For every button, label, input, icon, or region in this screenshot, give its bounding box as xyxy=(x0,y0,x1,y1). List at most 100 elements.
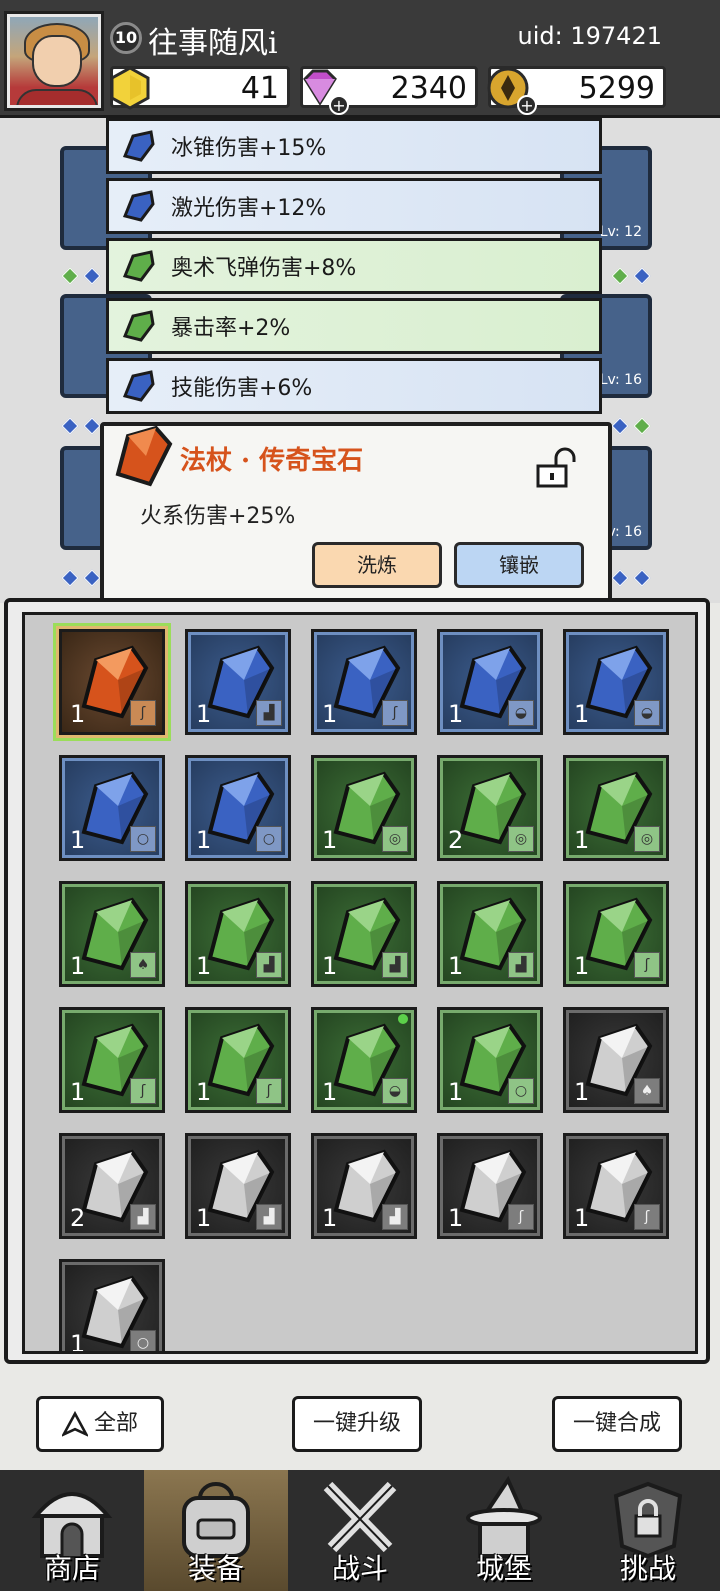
inventory-gem-cell[interactable]: 1 ▟ xyxy=(185,629,291,735)
gem-count: 1 xyxy=(196,1204,212,1232)
inventory-gem-cell[interactable]: 1 ▟ xyxy=(437,881,543,987)
hat-icon: ◒ xyxy=(634,700,660,726)
gem-count: 1 xyxy=(448,700,464,728)
nav-equipment[interactable]: 装备 xyxy=(144,1470,288,1591)
add-coin-button[interactable]: + xyxy=(517,95,537,115)
gem-count: 1 xyxy=(574,826,590,854)
gem-effect: 火系伤害+25% xyxy=(140,504,296,529)
necklace-icon: ○ xyxy=(130,1330,156,1351)
gem-count: 1 xyxy=(322,700,338,728)
filter-all-button[interactable]: 全部 xyxy=(36,1396,164,1452)
inventory-gem-cell[interactable]: 1 ▟ xyxy=(311,881,417,987)
gem-title: 法杖 · 传奇宝石 xyxy=(180,446,364,476)
nav-challenge-label: 挑战 xyxy=(619,1552,676,1585)
boots-icon: ▟ xyxy=(256,1204,282,1230)
inventory-gem-cell[interactable]: 1ʃ xyxy=(311,629,417,735)
inventory-gem-cell[interactable]: 1 ▟ xyxy=(311,1133,417,1239)
inventory-panel: 1 ʃ 1 ▟ 1 ʃ 1 ◒ 1 ◒ 1 ○ 1 ○ 1 ◎ 2 ◎ 1 ◎ 1 ♠ 1 ▟ 1 ▟ 1 ▟ 1 ʃ 1 ʃ 1 ʃ 1 ◒ 1 ○ 1 ♠… xyxy=(4,598,710,1364)
affix-text: 奥术飞弹伤害+8% xyxy=(171,256,357,281)
blue-gem-icon xyxy=(122,370,155,402)
affix-row: 技能伤害+6% xyxy=(106,358,602,414)
gem-count: 1 xyxy=(70,952,86,980)
gem-count: 1 xyxy=(574,700,590,728)
affix-row: 暴击率+2% xyxy=(106,298,602,354)
gem-count: 1 xyxy=(196,700,212,728)
armor-icon: ♠ xyxy=(634,1078,660,1104)
upgrade-all-button[interactable]: 一键升级 xyxy=(292,1396,422,1452)
affix-text: 技能伤害+6% xyxy=(171,376,313,401)
gem-count: 1 xyxy=(574,1078,590,1106)
inventory-gem-cell[interactable]: 1 ◒ xyxy=(563,629,669,735)
inventory-gem-cell[interactable]: 1ʃ xyxy=(437,1133,543,1239)
inventory-gem-cell[interactable]: 1 ◒ xyxy=(311,1007,417,1113)
inventory-gem-cell[interactable]: 1 ▟ xyxy=(185,881,291,987)
inventory-gem-cell[interactable]: 1 ○ xyxy=(185,755,291,861)
gem-count: 1 xyxy=(322,1078,338,1106)
inventory-gem-cell[interactable]: 1 ♠ xyxy=(563,1007,669,1113)
nav-castle[interactable]: 城堡 xyxy=(432,1470,576,1591)
socket-diamond-icon xyxy=(61,417,79,435)
merge-all-button[interactable]: 一键合成 xyxy=(552,1396,682,1452)
inventory-gem-cell[interactable]: 1ʃ xyxy=(563,881,669,987)
inventory-gem-cell[interactable]: 1 ○ xyxy=(59,755,165,861)
hat-icon: ◒ xyxy=(508,700,534,726)
nav-challenge[interactable]: 挑战 xyxy=(576,1470,720,1591)
gem-count: 1 xyxy=(70,700,86,728)
affix-row: 奥术飞弹伤害+8% xyxy=(106,238,602,294)
bottom-nav: 商店 装备 战斗 城堡 挑战 xyxy=(0,1470,720,1591)
staff-icon: ʃ xyxy=(130,700,156,726)
gem-count: 1 xyxy=(322,1204,338,1232)
unlock-icon[interactable] xyxy=(534,446,576,490)
inventory-gem-cell[interactable]: 1ʃ xyxy=(185,1007,291,1113)
inventory-gem-cell[interactable]: 1ʃ xyxy=(53,623,171,741)
socket-diamond-icon xyxy=(633,569,651,587)
green-gem-icon xyxy=(122,310,155,342)
gem-count: 1 xyxy=(322,826,338,854)
nav-battle[interactable]: 战斗 xyxy=(288,1470,432,1591)
nav-shop-label: 商店 xyxy=(43,1552,100,1585)
inventory-gem-cell[interactable]: 1ʃ xyxy=(59,1007,165,1113)
staff-icon: ʃ xyxy=(634,952,660,978)
socket-diamond-icon xyxy=(611,417,629,435)
equip-level: Lv: 12 xyxy=(599,224,642,240)
inventory-grid[interactable]: 1 ʃ 1 ▟ 1 ʃ 1 ◒ 1 ◒ 1 ○ 1 ○ 1 ◎ 2 ◎ 1 ◎ 1 ♠ 1 ▟ 1 ▟ 1 ▟ 1 ʃ 1 ʃ 1 ʃ 1 ◒ 1 ○ 1 ♠… xyxy=(22,612,698,1354)
inventory-gem-cell[interactable]: 2 ◎ xyxy=(437,755,543,861)
add-diamond-button[interactable]: + xyxy=(329,95,349,115)
new-indicator-dot xyxy=(398,1014,408,1024)
gem-detail-popup: 法杖 · 传奇宝石 火系伤害+25% 洗炼 镶嵌 xyxy=(100,422,612,606)
affix-row: 激光伤害+12% xyxy=(106,178,602,234)
wash-button[interactable]: 洗炼 xyxy=(312,542,442,588)
equip-level: Lv: 16 xyxy=(599,372,642,388)
socket-diamond-icon xyxy=(61,267,79,285)
gem-count: 1 xyxy=(70,1330,86,1354)
player-uid: uid: 197421 xyxy=(517,22,662,50)
nav-shop[interactable]: 商店 xyxy=(0,1470,144,1591)
player-avatar[interactable] xyxy=(4,11,104,111)
socket-diamond-icon xyxy=(611,267,629,285)
player-name: 往事随风i xyxy=(148,26,278,61)
inventory-gem-cell[interactable]: 1 ▟ xyxy=(185,1133,291,1239)
green-gem-icon xyxy=(122,250,155,282)
ring-icon: ◎ xyxy=(508,826,534,852)
inventory-gem-cell[interactable]: 2 ▟ xyxy=(59,1133,165,1239)
inventory-gem-cell[interactable]: 1 ◒ xyxy=(437,629,543,735)
inventory-gem-cell[interactable]: 1 ◎ xyxy=(563,755,669,861)
socket-diamond-icon xyxy=(633,417,651,435)
gem-count: 1 xyxy=(196,952,212,980)
armor-icon: ♠ xyxy=(130,952,156,978)
gem-count: 1 xyxy=(448,1078,464,1106)
socket-diamond-icon xyxy=(61,569,79,587)
diamond-resource: + 2340 xyxy=(300,66,478,115)
boots-icon: ▟ xyxy=(130,1204,156,1230)
inventory-gem-cell[interactable]: 1 ♠ xyxy=(59,881,165,987)
necklace-icon: ○ xyxy=(256,826,282,852)
inlay-button[interactable]: 镶嵌 xyxy=(454,542,584,588)
gem-count: 1 xyxy=(574,952,590,980)
nav-castle-label: 城堡 xyxy=(475,1552,532,1585)
inventory-gem-cell[interactable]: 1 ◎ xyxy=(311,755,417,861)
gold-gem-icon xyxy=(110,66,150,110)
inventory-gem-cell[interactable]: 1 ○ xyxy=(437,1007,543,1113)
inventory-gem-cell[interactable]: 1 ○ xyxy=(59,1259,165,1354)
inventory-gem-cell[interactable]: 1ʃ xyxy=(563,1133,669,1239)
diamond-count: 2340 xyxy=(390,71,467,106)
